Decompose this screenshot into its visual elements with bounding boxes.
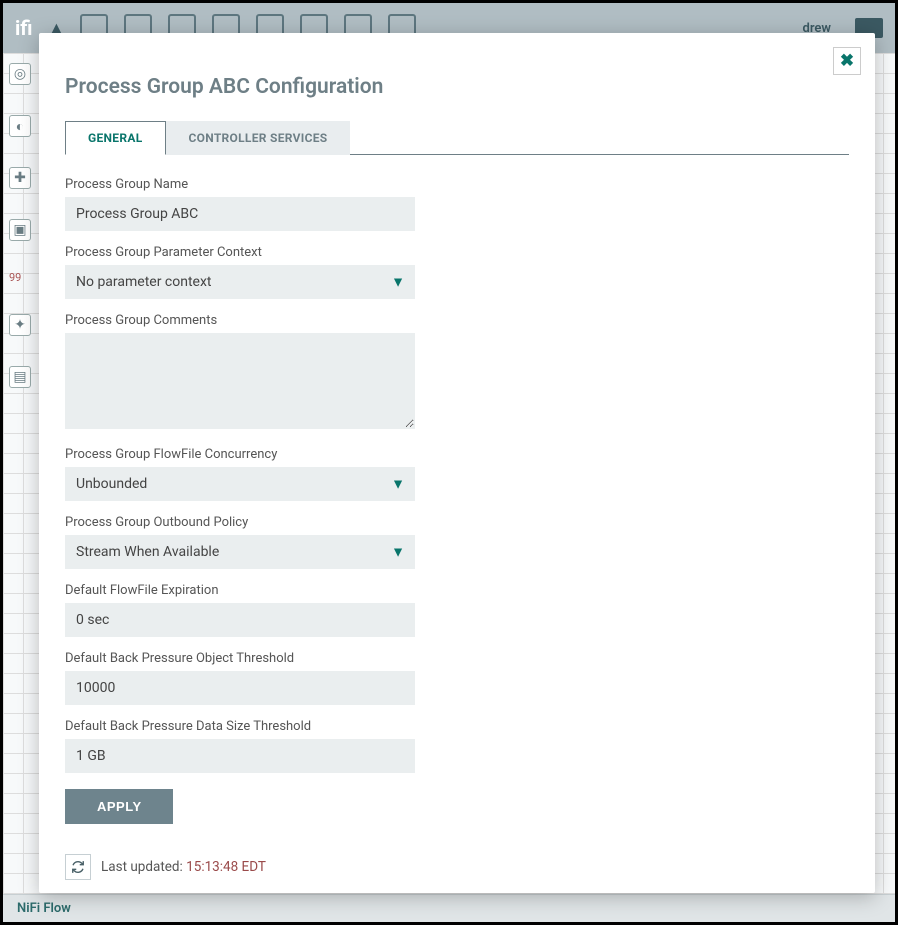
label-comments: Process Group Comments	[65, 313, 415, 328]
side-tool-icon[interactable]: ✚	[9, 167, 31, 189]
param-context-select[interactable]: No parameter context	[65, 265, 415, 299]
label-param-context: Process Group Parameter Context	[65, 245, 415, 260]
dialog-title: Process Group ABC Configuration	[65, 75, 849, 99]
tab-controller-services[interactable]: CONTROLLER SERVICES	[166, 121, 351, 155]
close-button[interactable]: ✖	[833, 47, 861, 75]
side-tag-icon[interactable]: ▣	[9, 219, 31, 241]
tab-general[interactable]: GENERAL	[65, 121, 166, 155]
breadcrumb-bar: NiFi Flow	[3, 894, 895, 922]
breadcrumb[interactable]: NiFi Flow	[17, 901, 71, 916]
tab-bar: GENERAL CONTROLLER SERVICES	[65, 121, 849, 155]
label-flowfile-expiration: Default FlowFile Expiration	[65, 583, 415, 598]
side-counter: 99	[9, 271, 33, 284]
label-bp-size-threshold: Default Back Pressure Data Size Threshol…	[65, 719, 415, 734]
bp-size-threshold-input[interactable]	[65, 739, 415, 773]
outbound-policy-select[interactable]: Stream When Available	[65, 535, 415, 569]
refresh-icon	[71, 860, 85, 874]
side-navigate-icon[interactable]: ◎	[9, 63, 31, 85]
side-clipboard-icon[interactable]: ▤	[9, 366, 31, 388]
label-outbound-policy: Process Group Outbound Policy	[65, 515, 415, 530]
label-process-group-name: Process Group Name	[65, 177, 415, 192]
comments-textarea[interactable]	[65, 333, 415, 429]
apply-button[interactable]: APPLY	[65, 789, 173, 824]
last-updated-timestamp: 15:13:48 EDT	[186, 859, 266, 875]
side-operate-icon[interactable]: ◐	[9, 115, 31, 137]
label-bp-object-threshold: Default Back Pressure Object Threshold	[65, 651, 415, 666]
flowfile-expiration-input[interactable]	[65, 603, 415, 637]
config-dialog: ✖ Process Group ABC Configuration GENERA…	[39, 33, 875, 893]
flowfile-concurrency-select[interactable]: Unbounded	[65, 467, 415, 501]
refresh-button[interactable]	[65, 854, 91, 880]
close-icon: ✖	[840, 51, 854, 71]
label-flowfile-concurrency: Process Group FlowFile Concurrency	[65, 447, 415, 462]
app-logo: ifi	[15, 16, 33, 40]
bp-object-threshold-input[interactable]	[65, 671, 415, 705]
last-updated-label: Last updated:	[101, 859, 186, 875]
process-group-name-input[interactable]	[65, 197, 415, 231]
side-gear-icon[interactable]: ✦	[9, 314, 31, 336]
